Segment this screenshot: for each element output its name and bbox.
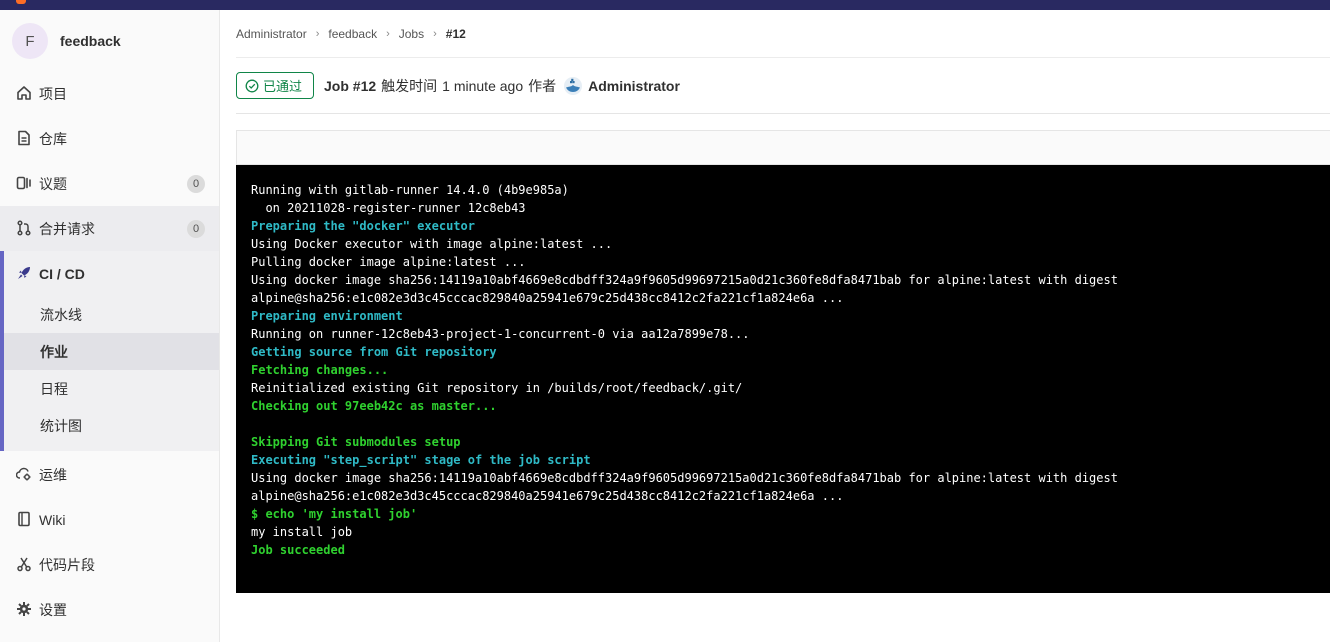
sidebar-item-snippets[interactable]: 代码片段 bbox=[0, 542, 219, 587]
log-line: Running on runner-12c8eb43-project-1-con… bbox=[251, 327, 750, 341]
log-line: $ echo 'my install job' bbox=[251, 507, 418, 521]
chevron-right-icon: › bbox=[433, 27, 437, 40]
sidebar-item-repository[interactable]: 仓库 bbox=[0, 116, 219, 161]
log-line: Skipping Git submodules setup bbox=[251, 435, 461, 449]
user-avatar[interactable] bbox=[564, 76, 583, 95]
issues-count-badge: 0 bbox=[187, 175, 205, 193]
sidebar: F feedback 项目 仓库 议题 0 合并请求 0 CI / CD 流水线… bbox=[0, 10, 220, 642]
rocket-icon bbox=[18, 267, 30, 279]
log-line: Executing "step_script" stage of the job… bbox=[251, 453, 591, 467]
breadcrumb-link-jobs[interactable]: Jobs bbox=[399, 27, 424, 41]
log-line: Reinitialized existing Git repository in… bbox=[251, 381, 743, 395]
job-log: Running with gitlab-runner 14.4.0 (4b9e9… bbox=[236, 165, 1330, 593]
breadcrumb-current-job[interactable]: #12 bbox=[446, 27, 466, 41]
log-line: Checking out 97eeb42c as master... bbox=[251, 399, 497, 413]
status-badge[interactable]: 已通过 bbox=[236, 72, 315, 99]
sidebar-item-project[interactable]: 项目 bbox=[0, 71, 219, 116]
project-name: feedback bbox=[60, 33, 121, 49]
sidebar-item-label: 代码片段 bbox=[39, 556, 95, 573]
log-line: Using docker image sha256:14119a10abf466… bbox=[251, 273, 1118, 287]
sidebar-item-wiki[interactable]: Wiki bbox=[0, 497, 219, 542]
breadcrumb-link-administrator[interactable]: Administrator bbox=[236, 27, 307, 41]
sidebar-item-operations[interactable]: 运维 bbox=[0, 452, 219, 497]
project-header[interactable]: F feedback bbox=[0, 10, 219, 72]
chevron-right-icon: › bbox=[386, 27, 390, 40]
main-content: Administrator › feedback › Jobs › #12 已通… bbox=[220, 10, 1330, 642]
scissors-icon bbox=[17, 557, 31, 572]
sidebar-item-settings[interactable]: 设置 bbox=[0, 587, 219, 632]
author-link[interactable]: Administrator bbox=[588, 78, 680, 94]
sidebar-subitem-schedules[interactable]: 日程 bbox=[4, 370, 219, 407]
sidebar-item-label: 运维 bbox=[39, 466, 67, 483]
sidebar-item-label: 合并请求 bbox=[39, 220, 95, 237]
log-line: Running with gitlab-runner 14.4.0 (4b9e9… bbox=[251, 183, 569, 197]
gitlab-logo-icon[interactable] bbox=[16, 0, 26, 4]
log-line: Using docker image sha256:14119a10abf466… bbox=[251, 471, 1118, 485]
log-line: Getting source from Git repository bbox=[251, 345, 497, 359]
job-time: 1 minute ago bbox=[442, 77, 524, 94]
log-line: Preparing the "docker" executor bbox=[251, 219, 475, 233]
sidebar-subitem-jobs[interactable]: 作业 bbox=[4, 333, 219, 370]
sidebar-item-label: 设置 bbox=[39, 601, 67, 618]
job-title: Job #12 bbox=[324, 77, 377, 94]
log-line: Using Docker executor with image alpine:… bbox=[251, 237, 613, 251]
sidebar-subitem-charts[interactable]: 统计图 bbox=[4, 407, 219, 444]
sidebar-item-cicd[interactable]: CI / CD bbox=[0, 251, 219, 296]
log-line: Pulling docker image alpine:latest ... bbox=[251, 255, 526, 269]
sidebar-item-label: 仓库 bbox=[39, 130, 67, 147]
log-line: alpine@sha256:e1c082e3d3c45cccac829840a2… bbox=[251, 489, 844, 503]
sidebar-item-label: 议题 bbox=[39, 175, 67, 192]
cicd-submenu: 流水线 作业 日程 统计图 bbox=[0, 296, 219, 451]
log-line: Fetching changes... bbox=[251, 363, 389, 377]
issues-icon bbox=[16, 176, 31, 190]
log-line: alpine@sha256:e1c082e3d3c45cccac829840a2… bbox=[251, 291, 844, 305]
sidebar-item-issues[interactable]: 议题 0 bbox=[0, 161, 219, 206]
home-icon bbox=[17, 86, 31, 100]
breadcrumb: Administrator › feedback › Jobs › #12 bbox=[236, 10, 1330, 58]
log-line: on 20211028-register-runner 12c8eb43 bbox=[251, 201, 526, 215]
book-icon bbox=[18, 511, 30, 527]
sidebar-item-label: Wiki bbox=[39, 511, 66, 528]
top-navbar bbox=[0, 0, 1330, 10]
merge-request-icon bbox=[17, 220, 31, 236]
job-log-toolbar bbox=[236, 130, 1330, 165]
gear-icon bbox=[17, 602, 31, 616]
job-header: 已通过 Job #12 触发时间 1 minute ago 作者 Adminis… bbox=[236, 58, 1330, 114]
log-line: Job succeeded bbox=[251, 543, 345, 557]
sidebar-subitem-pipelines[interactable]: 流水线 bbox=[4, 296, 219, 333]
sidebar-item-label: CI / CD bbox=[39, 265, 85, 282]
log-line: Preparing environment bbox=[251, 309, 403, 323]
merge-requests-count-badge: 0 bbox=[187, 220, 205, 238]
log-line: my install job bbox=[251, 525, 353, 539]
cloud-gear-icon bbox=[16, 467, 31, 481]
sidebar-item-merge-requests[interactable]: 合并请求 0 bbox=[0, 206, 219, 251]
document-icon bbox=[18, 130, 30, 146]
status-label: 已通过 bbox=[263, 79, 303, 94]
check-circle-icon bbox=[245, 79, 259, 92]
chevron-right-icon: › bbox=[315, 27, 320, 40]
project-avatar: F bbox=[12, 23, 48, 59]
breadcrumb-link-project[interactable]: feedback bbox=[328, 27, 377, 41]
author-label: 作者 bbox=[528, 77, 557, 94]
triggered-label: 触发时间 bbox=[381, 77, 438, 94]
sidebar-item-label: 项目 bbox=[39, 85, 67, 102]
